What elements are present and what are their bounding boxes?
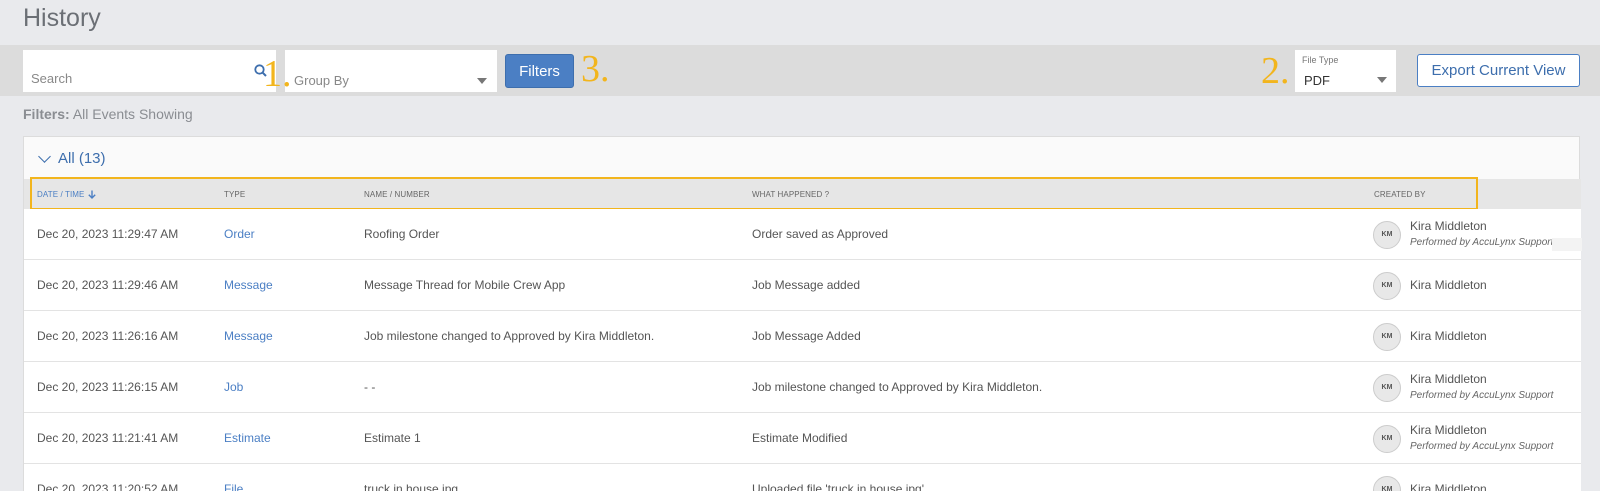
row-type-link[interactable]: Job bbox=[224, 380, 243, 394]
history-panel: All (13) DATE / TIME TYPE NAME / NUMBER … bbox=[23, 136, 1582, 491]
chevron-down-icon bbox=[477, 78, 487, 84]
creator-name: Kira Middleton bbox=[1410, 278, 1487, 292]
row-type-link[interactable]: Estimate bbox=[224, 431, 271, 445]
annotation-2: 2. bbox=[1261, 50, 1290, 92]
row-creator: Kira Middleton bbox=[1410, 329, 1487, 343]
group-toggle-all[interactable]: All (13) bbox=[38, 149, 106, 167]
row-type-link[interactable]: Message bbox=[224, 329, 273, 343]
row-name: Job milestone changed to Approved by Kir… bbox=[364, 329, 655, 343]
toolbar: Group By Filters File Type PDF Export Cu… bbox=[0, 45, 1600, 96]
row-name: truck in house.jpg bbox=[364, 482, 459, 491]
table-row[interactable]: Dec 20, 2023 11:20:52 AM File truck in h… bbox=[24, 464, 1581, 491]
creator-name: Kira Middleton bbox=[1410, 329, 1487, 343]
group-by-placeholder: Group By bbox=[294, 73, 349, 88]
creator-performed-by: Performed by AccuLynx Support bbox=[1410, 441, 1554, 452]
search-box[interactable] bbox=[23, 50, 276, 92]
row-what-happened: Job Message added bbox=[752, 278, 861, 292]
table-row[interactable]: Dec 20, 2023 11:21:41 AM Estimate Estima… bbox=[24, 413, 1581, 464]
avatar: KM bbox=[1373, 476, 1401, 491]
row-type-link[interactable]: File bbox=[224, 482, 243, 491]
row-creator: Kira Middleton Performed by AccuLynx Sup… bbox=[1410, 219, 1553, 248]
row-what-happened: Order saved as Approved bbox=[752, 227, 889, 241]
file-type-value: PDF bbox=[1304, 73, 1330, 88]
avatar: KM bbox=[1373, 221, 1401, 249]
filters-summary-value: All Events Showing bbox=[72, 106, 193, 122]
avatar: KM bbox=[1373, 272, 1401, 300]
filters-summary-label: Filters: bbox=[23, 106, 70, 122]
filters-summary: Filters: All Events Showing bbox=[23, 106, 193, 122]
row-name: Message Thread for Mobile Crew App bbox=[364, 278, 566, 292]
chevron-down-icon[interactable] bbox=[38, 149, 51, 163]
avatar: KM bbox=[1373, 374, 1401, 402]
row-date: Dec 20, 2023 11:26:15 AM bbox=[37, 380, 179, 394]
row-date: Dec 20, 2023 11:21:41 AM bbox=[37, 431, 179, 445]
creator-name: Kira Middleton bbox=[1410, 219, 1487, 233]
file-type-label: File Type bbox=[1302, 55, 1339, 65]
row-type-link[interactable]: Message bbox=[224, 278, 273, 292]
group-by-select[interactable]: Group By bbox=[285, 50, 497, 92]
row-date: Dec 20, 2023 11:29:46 AM bbox=[37, 278, 179, 292]
annotation-highlight-box bbox=[30, 177, 1478, 210]
history-table-body: Dec 20, 2023 11:29:47 AM Order Roofing O… bbox=[24, 209, 1582, 491]
table-row[interactable]: Dec 20, 2023 11:29:46 AM Message Message… bbox=[24, 260, 1581, 311]
table-row[interactable]: Dec 20, 2023 11:26:15 AM Job - - Job mil… bbox=[24, 362, 1581, 413]
creator-name: Kira Middleton bbox=[1410, 372, 1487, 386]
row-type-link[interactable]: Order bbox=[224, 227, 255, 241]
annotation-3: 3. bbox=[581, 48, 610, 90]
row-name: Roofing Order bbox=[364, 227, 440, 241]
creator-performed-by: Performed by AccuLynx Support bbox=[1410, 390, 1554, 401]
chevron-down-icon bbox=[1377, 77, 1387, 83]
row-what-happened: Job Message Added bbox=[752, 329, 861, 343]
creator-name: Kira Middleton bbox=[1410, 482, 1487, 491]
row-creator: Kira Middleton Performed by AccuLynx Sup… bbox=[1410, 372, 1553, 401]
group-label: All (13) bbox=[58, 150, 106, 167]
table-row[interactable]: Dec 20, 2023 11:26:16 AM Message Job mil… bbox=[24, 311, 1581, 362]
avatar: KM bbox=[1373, 323, 1401, 351]
file-type-select[interactable]: File Type PDF bbox=[1295, 50, 1396, 92]
filters-button[interactable]: Filters bbox=[505, 54, 574, 88]
export-current-view-button[interactable]: Export Current View bbox=[1417, 54, 1580, 87]
row-what-happened: Estimate Modified bbox=[752, 431, 848, 445]
row-date: Dec 20, 2023 11:20:52 AM bbox=[37, 482, 179, 491]
row-name: - - bbox=[364, 380, 376, 394]
annotation-1: 1. bbox=[263, 53, 292, 95]
row-creator: Kira Middleton Performed by AccuLynx Sup… bbox=[1410, 423, 1553, 452]
creator-performed-by: Performed by AccuLynx Support bbox=[1410, 237, 1554, 248]
creator-name: Kira Middleton bbox=[1410, 423, 1487, 437]
row-date: Dec 20, 2023 11:29:47 AM bbox=[37, 227, 179, 241]
row-what-happened: Job milestone changed to Approved by Kir… bbox=[752, 380, 1043, 394]
page-title: History bbox=[23, 4, 101, 32]
row-hover-fragment bbox=[1552, 238, 1582, 251]
avatar: KM bbox=[1373, 425, 1401, 453]
table-row[interactable]: Dec 20, 2023 11:29:47 AM Order Roofing O… bbox=[24, 209, 1582, 260]
row-what-happened: Uploaded file 'truck in house.jpg'. bbox=[752, 482, 928, 491]
row-name: Estimate 1 bbox=[364, 431, 421, 445]
row-date: Dec 20, 2023 11:26:16 AM bbox=[37, 329, 179, 343]
row-creator: Kira Middleton bbox=[1410, 278, 1487, 292]
search-input[interactable] bbox=[23, 50, 233, 92]
row-creator: Kira Middleton bbox=[1410, 482, 1487, 491]
